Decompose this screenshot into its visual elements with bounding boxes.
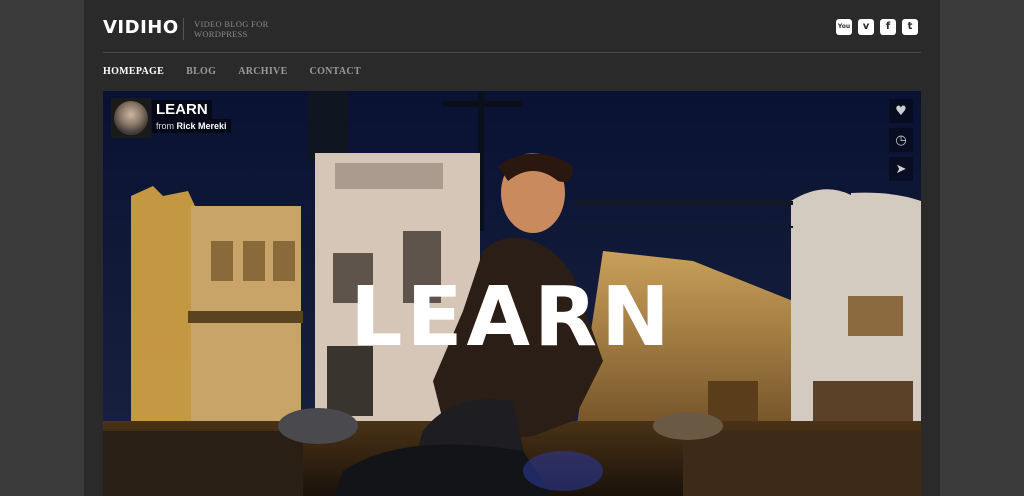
- avatar-image: [114, 101, 148, 135]
- clock-icon[interactable]: ◷: [889, 128, 913, 152]
- social-links: You v f t: [836, 19, 918, 35]
- send-icon[interactable]: ➤: [889, 157, 913, 181]
- nav-item-archive[interactable]: ARCHIVE: [238, 66, 287, 77]
- twitter-icon[interactable]: t: [902, 19, 918, 35]
- nav-item-homepage[interactable]: HOMEPAGE: [103, 66, 164, 77]
- heart-icon[interactable]: ♥: [889, 99, 913, 123]
- vimeo-icon[interactable]: v: [858, 19, 874, 35]
- video-overlay-title: LEARN: [350, 270, 674, 365]
- site-tagline: VIDEO BLOG FOR WORDPRESS: [194, 19, 269, 39]
- nav-item-blog[interactable]: BLOG: [186, 66, 216, 77]
- logo-divider: [183, 18, 184, 40]
- main-nav: HOMEPAGE BLOG ARCHIVE CONTACT: [103, 66, 361, 77]
- video-actions: ♥ ◷ ➤: [889, 99, 913, 181]
- nav-item-contact[interactable]: CONTACT: [310, 66, 361, 77]
- youtube-icon[interactable]: You: [836, 19, 852, 35]
- from-label: from: [156, 121, 174, 131]
- video-title[interactable]: LEARN: [152, 100, 212, 119]
- author-name[interactable]: Rick Mereki: [177, 121, 227, 131]
- page-container: VIDIHO VIDEO BLOG FOR WORDPRESS You v f …: [84, 0, 940, 496]
- featured-video[interactable]: LEARN from Rick Mereki ♥ ◷ ➤ LEARN: [103, 91, 921, 496]
- header-divider: [103, 52, 921, 53]
- author-avatar[interactable]: [111, 98, 151, 138]
- site-logo[interactable]: VIDIHO: [103, 17, 179, 38]
- video-author-line: from Rick Mereki: [152, 119, 231, 133]
- facebook-icon[interactable]: f: [880, 19, 896, 35]
